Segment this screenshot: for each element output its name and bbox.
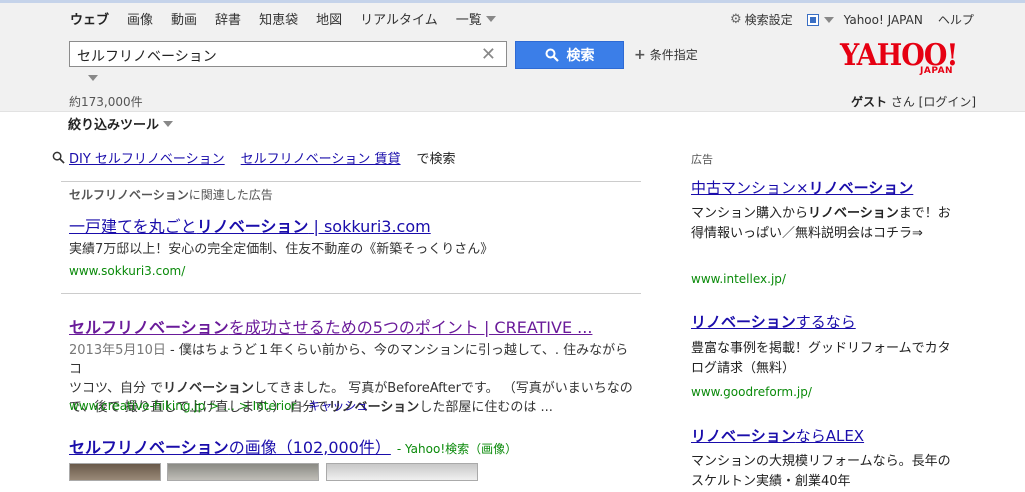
ad1-url[interactable]: www.sokkuri3.com/ xyxy=(69,264,185,278)
filter-tools-toggle[interactable]: 絞り込みツール xyxy=(68,114,174,133)
ad1-description: 実績7万邸以上！安心の完全定価制、住友不動産の《新築そっくりさん》 xyxy=(69,242,494,257)
tab-web[interactable]: ウェブ xyxy=(70,9,109,28)
tab-map[interactable]: 地図 xyxy=(316,9,342,28)
result1-desc-line2-post: してきました。 写真がBeforeAfterです。 （写真がいまいちなの xyxy=(253,381,633,396)
ad1-title-link[interactable]: 一戸建てを丸ごとリノベーション | sokkuri3.com xyxy=(69,213,431,237)
related-link-rental[interactable]: セルフリノベーション 賃貸 xyxy=(241,148,401,167)
ad-section-text: に関連した広告 xyxy=(188,188,273,202)
user-status: ゲスト さん [ログイン] xyxy=(851,93,976,110)
search-suggest-toggle[interactable] xyxy=(84,70,98,85)
search-query: セルフリノベーション xyxy=(77,49,217,65)
sidebar-ad2-title-bold: リノベーション xyxy=(691,313,796,331)
sidebar-ad1-url[interactable]: www.intellex.jp/ xyxy=(691,272,786,286)
result1-date: 2013年5月10日 xyxy=(69,343,166,358)
bracket-close: ] xyxy=(971,95,977,109)
result1-url[interactable]: www.creative-hiking.jp > … > Interior xyxy=(69,399,296,413)
sidebar-ad1-desc: マンション購入からリノベーションまで！お得情報いっぱい／無料説明会はコチラ⇒ xyxy=(691,204,951,244)
image-results-source[interactable]: - Yahoo!検索（画像） xyxy=(397,440,517,457)
sidebar-ad1-desc-bold: リノベーション xyxy=(808,206,899,221)
result1-url-row: www.creative-hiking.jp > … > Interior - … xyxy=(69,399,369,413)
window-icon[interactable] xyxy=(806,13,819,26)
sidebar-ad2-url[interactable]: www.goodreform.jp/ xyxy=(691,385,812,399)
result1-title-link[interactable]: セルフリノベーションを成功させるための5つのポイント | CREATIVE ..… xyxy=(69,314,592,338)
ad-section-label: セルフリノベーションに関連した広告 xyxy=(69,186,273,203)
related-suffix: で検索 xyxy=(416,152,456,167)
sidebar-ad3-title-bold: リノベーション xyxy=(691,427,796,445)
yahoo-japan-link[interactable]: Yahoo! JAPAN xyxy=(844,13,923,27)
sidebar-ad2-desc-pre: 豊富な事例を掲載！グッドリフォームでカタログ請求（無料） xyxy=(691,341,951,376)
sidebar-ad1-title-bold: リノベーション xyxy=(808,179,914,197)
search-settings-link[interactable]: 検索設定 xyxy=(745,11,793,28)
image-results-bold: セルフリノベーション xyxy=(69,438,229,457)
result1-cache-link[interactable]: キャッシュ xyxy=(308,399,368,413)
chevron-down-icon[interactable] xyxy=(823,16,834,23)
sidebar-ad3-title-post: ならALEX xyxy=(795,427,865,445)
image-results-link[interactable]: セルフリノベーションの画像（102,000件） xyxy=(69,434,391,458)
san-label: さん [ xyxy=(887,95,924,109)
sidebar-ad3-desc-pre: マンションの大規模リフォームなら。長年のスケルトン実績・創業40年 xyxy=(691,454,951,489)
image-thumbnail[interactable] xyxy=(167,463,319,481)
result1-desc-line2-bold: リノベーション xyxy=(163,381,254,396)
sidebar-ad1-desc-pre: マンション購入から xyxy=(691,206,809,221)
logo-subtext: JAPAN xyxy=(920,66,954,76)
sidebar-ad2-title[interactable]: リノベーションするなら xyxy=(691,311,856,332)
image-results-post: の画像（102,000件） xyxy=(228,438,391,457)
ad-section-keyword: セルフリノベーション xyxy=(69,188,189,202)
result1-title-post: を成功させるための5つのポイント | CREATIVE ... xyxy=(228,318,593,337)
ad1-title-post: | sokkuri3.com xyxy=(308,217,431,236)
result1-desc-line: 2013年5月10日 - 僕はちょうど１年くらい前から、今のマンションに引っ越し… xyxy=(69,341,639,379)
image-thumbnail[interactable] xyxy=(69,463,161,481)
search-input[interactable]: セルフリノベーション ✕ xyxy=(69,41,507,67)
tab-more[interactable]: 一覧 xyxy=(456,9,496,28)
divider xyxy=(61,181,641,182)
sidebar-ad2-title-post: するなら xyxy=(795,313,856,331)
sidebar-ad2-desc: 豊富な事例を掲載！グッドリフォームでカタログ請求（無料） xyxy=(691,339,951,379)
plus-icon: + xyxy=(634,46,646,63)
sidebar-ad1-title[interactable]: 中古マンション×リノベーション xyxy=(691,177,913,198)
divider xyxy=(61,293,641,294)
filter-tools-label: 絞り込みツール xyxy=(68,118,160,133)
tab-dictionary[interactable]: 辞書 xyxy=(215,9,241,28)
chevron-down-icon xyxy=(163,120,174,127)
login-link[interactable]: ログイン xyxy=(923,95,971,109)
tab-video[interactable]: 動画 xyxy=(171,9,197,28)
search-button[interactable]: 検索 xyxy=(515,41,624,69)
search-icon xyxy=(52,151,65,164)
conditions-label: 条件指定 xyxy=(649,48,698,62)
top-links: ⚙ 検索設定 Yahoo! JAPAN ヘルプ xyxy=(730,11,974,28)
chevron-down-icon xyxy=(485,15,496,22)
help-link[interactable]: ヘルプ xyxy=(938,11,974,28)
logo-text: YAHOO! xyxy=(840,38,958,73)
sidebar-ad3-title[interactable]: リノベーションならALEX xyxy=(691,425,864,446)
yahoo-logo[interactable]: YAHOO! JAPAN xyxy=(840,38,990,78)
tab-chiebukuro[interactable]: 知恵袋 xyxy=(259,9,298,28)
sidebar-ad1-title-pre: 中古マンション× xyxy=(691,179,809,197)
ad1-title-bold: リノベーション xyxy=(196,217,309,236)
tab-more-label: 一覧 xyxy=(455,13,482,28)
guest-label: ゲスト xyxy=(851,95,888,109)
gear-icon: ⚙ xyxy=(730,12,742,27)
tab-realtime[interactable]: リアルタイム xyxy=(360,9,438,28)
sidebar-ad-label: 広告 xyxy=(691,153,713,166)
ad1-title-pre: 一戸建てを丸ごと xyxy=(69,217,197,236)
search-button-label: 検索 xyxy=(566,48,595,64)
image-results-header: セルフリノベーションの画像（102,000件） - Yahoo!検索（画像） xyxy=(69,434,517,458)
related-searches: DIY セルフリノベーション セルフリノベーション 賃貸 で検索 xyxy=(52,148,456,167)
result1-desc-line: ツコツ、自分 でリノベーションしてきました。 写真がBeforeAfterです。… xyxy=(69,379,639,398)
related-link-diy[interactable]: DIY セルフリノベーション xyxy=(69,148,225,167)
result1-title-bold: セルフリノベーション xyxy=(69,318,229,337)
search-icon xyxy=(545,48,559,62)
chevron-down-icon xyxy=(88,75,98,81)
result1-desc-line3-post: した部屋に住むのは ... xyxy=(419,400,553,415)
tab-images[interactable]: 画像 xyxy=(127,9,153,28)
conditions-link[interactable]: + 条件指定 xyxy=(634,46,698,63)
result1-desc-line2-pre: ツコツ、自分 で xyxy=(69,381,164,396)
result-count: 約173,000件 xyxy=(69,95,143,109)
search-tabs: ウェブ 画像 動画 辞書 知恵袋 地図 リアルタイム 一覧 xyxy=(70,9,514,28)
clear-icon[interactable]: ✕ xyxy=(481,44,496,65)
sidebar-ad3-desc: マンションの大規模リフォームなら。長年のスケルトン実績・創業40年 xyxy=(691,452,951,492)
image-thumbnail[interactable] xyxy=(326,463,478,481)
